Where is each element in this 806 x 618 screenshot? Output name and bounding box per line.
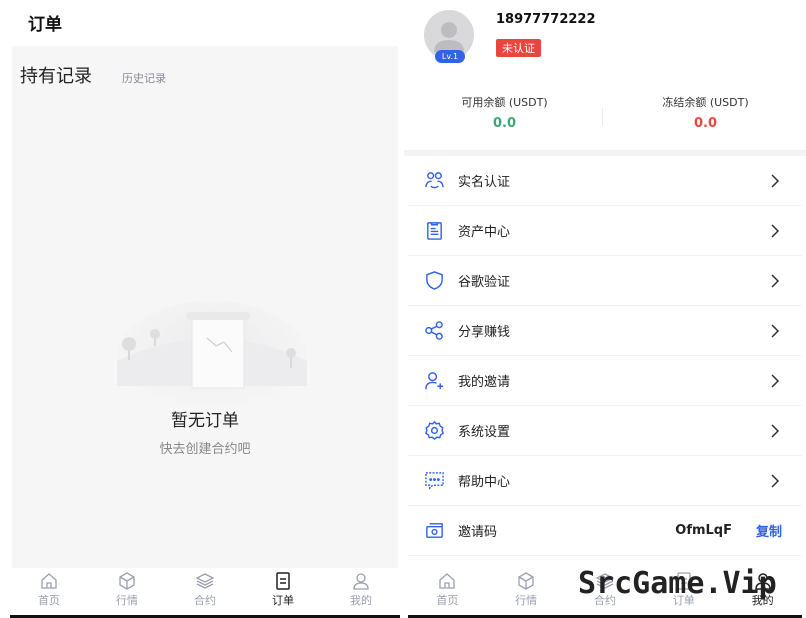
tab-label: 行情 — [515, 593, 538, 607]
menu-label: 邀请码 — [458, 525, 498, 540]
cube-icon — [119, 571, 135, 590]
profile-header: Lv.1 18977772222 未认证 — [422, 10, 802, 70]
balance-separator — [602, 108, 603, 126]
balance-value: 0.0 — [693, 116, 718, 131]
tab-market[interactable]: 行情 — [97, 571, 157, 608]
frozen-balance: 冻结余额 (USDT) 0.0 — [605, 88, 806, 138]
menu-label: 系统设置 — [458, 425, 511, 440]
invite-code-value: OfmLqF — [675, 523, 732, 538]
chevron-right-icon — [771, 424, 780, 438]
copy-button[interactable]: 复制 — [756, 521, 782, 540]
clipboard-icon — [427, 222, 442, 240]
available-balance: 可用余额 (USDT) 0.0 — [404, 88, 605, 138]
empty-subtitle: 快去创建合约吧 — [159, 442, 251, 457]
user-phone: 18977772222 — [496, 12, 596, 27]
empty-title: 暂无订单 — [171, 411, 239, 431]
menu-label: 实名认证 — [458, 175, 511, 190]
users-icon — [425, 172, 444, 189]
settings-menu: 实名认证 资产中心 谷歌验证 分享赚钱 我的邀请 系统设置 帮助中心 邀请码 O… — [408, 156, 802, 556]
tab-mine[interactable]: 我的 — [331, 571, 391, 608]
tab-holding[interactable]: 持有记录 — [20, 62, 92, 88]
orders-screen: 订单 持有记录 历史记录 暂无订单 快去创建合约吧 首页 行情 合约 订单 我的 — [0, 0, 400, 618]
menu-item-my-invites[interactable]: 我的邀请 — [408, 356, 802, 406]
tab-market[interactable]: 行情 — [496, 571, 556, 608]
tab-orders[interactable]: 订单 — [253, 571, 313, 608]
balance-summary: 可用余额 (USDT) 0.0 冻结余额 (USDT) 0.0 — [404, 88, 806, 138]
menu-label: 谷歌验证 — [458, 275, 511, 290]
menu-item-share[interactable]: 分享赚钱 — [408, 306, 802, 356]
home-icon — [439, 572, 456, 589]
chevron-right-icon — [771, 374, 780, 388]
menu-label: 我的邀请 — [458, 375, 511, 390]
menu-item-asset-center[interactable]: 资产中心 — [408, 206, 802, 256]
balance-label: 可用余额 (USDT) — [461, 96, 548, 109]
chevron-right-icon — [771, 224, 780, 238]
menu-item-system-settings[interactable]: 系统设置 — [408, 406, 802, 456]
gear-icon — [425, 420, 444, 441]
chevron-right-icon — [771, 324, 780, 338]
tab-label: 订单 — [272, 593, 294, 607]
tab-label: 我的 — [350, 593, 372, 607]
person-icon — [353, 572, 369, 590]
order-icon — [276, 571, 290, 590]
menu-label: 分享赚钱 — [458, 325, 511, 340]
balance-value: 0.0 — [492, 116, 517, 131]
watermark: SrcGame.Vip — [578, 566, 777, 601]
orders-content: 持有记录 历史记录 暂无订单 快去创建合约吧 — [12, 46, 398, 570]
help-chat-icon — [425, 472, 444, 490]
balance-label: 冻结余额 (USDT) — [662, 96, 749, 109]
cube-icon — [518, 571, 534, 590]
tab-home[interactable]: 首页 — [417, 571, 477, 608]
ticket-icon — [426, 523, 443, 538]
tab-label: 合约 — [194, 593, 216, 607]
layers-icon — [195, 572, 215, 589]
profile-screen: Lv.1 18977772222 未认证 可用余额 (USDT) 0.0 冻结余… — [404, 0, 806, 618]
menu-item-real-name[interactable]: 实名认证 — [408, 156, 802, 206]
empty-orders-illustration — [117, 301, 307, 411]
verification-status-badge: 未认证 — [496, 39, 541, 57]
level-badge: Lv.1 — [435, 50, 465, 63]
shield-icon — [426, 271, 443, 290]
chevron-right-icon — [771, 274, 780, 288]
order-tabs: 持有记录 历史记录 — [20, 62, 166, 88]
tab-contract[interactable]: 合约 — [175, 571, 235, 608]
chevron-right-icon — [771, 174, 780, 188]
chevron-right-icon — [771, 474, 780, 488]
menu-item-invite-code: 邀请码 OfmLqF 复制 — [408, 506, 802, 556]
user-plus-icon — [425, 372, 444, 390]
menu-label: 帮助中心 — [458, 475, 511, 490]
bottom-tabbar: 首页 行情 合约 订单 我的 — [10, 568, 400, 610]
tab-label: 首页 — [38, 593, 60, 607]
tab-history[interactable]: 历史记录 — [122, 70, 166, 86]
tab-label: 首页 — [436, 593, 459, 607]
tab-label: 行情 — [116, 593, 138, 607]
menu-label: 资产中心 — [458, 225, 511, 240]
menu-item-help-center[interactable]: 帮助中心 — [408, 456, 802, 506]
page-title: 订单 — [28, 15, 62, 35]
menu-item-google-auth[interactable]: 谷歌验证 — [408, 256, 802, 306]
tab-home[interactable]: 首页 — [19, 571, 79, 608]
home-icon — [41, 572, 57, 589]
share-icon — [425, 321, 443, 340]
